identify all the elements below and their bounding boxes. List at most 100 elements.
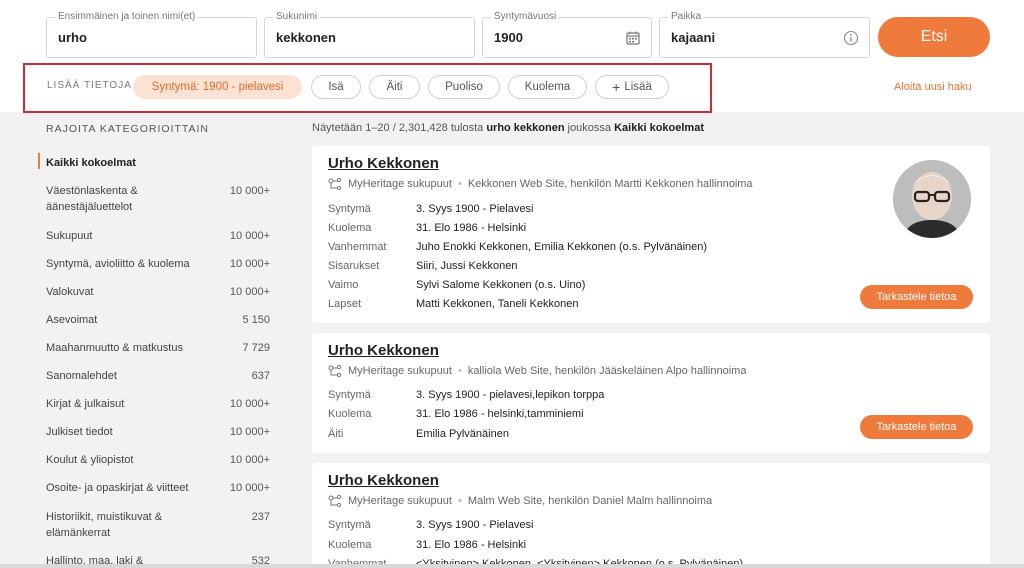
family-tree-icon — [328, 495, 342, 507]
chip-spouse[interactable]: Puoliso — [428, 75, 500, 99]
family-tree-icon — [328, 178, 342, 190]
chip-birth[interactable]: Syntymä: 1900 - pielavesi — [133, 75, 302, 99]
separator-dot: • — [457, 365, 462, 377]
category-count: 637 — [251, 370, 270, 382]
sidebar-category[interactable]: Historiikit, muistikuvat & elämänkerrat 2… — [46, 509, 270, 541]
first-name-value[interactable]: urho — [58, 30, 87, 45]
row-value: Juho Enokki Kekkonen, Emilia Kekkonen (o… — [416, 241, 708, 253]
last-name-field[interactable]: Sukunimi kekkonen — [264, 11, 475, 58]
summary-query: urho kekkonen — [486, 122, 565, 134]
row-value: 3. Syys 1900 - Pielavesi — [416, 519, 534, 531]
category-count: 10 000+ — [229, 230, 270, 242]
source-name[interactable]: MyHeritage sukupuut — [348, 178, 452, 190]
calendar-icon[interactable] — [625, 30, 641, 46]
row-key: Sisarukset — [328, 260, 380, 272]
row-value: Matti Kekkonen, Taneli Kekkonen — [416, 298, 579, 310]
source-site: kalliola Web Site, henkilön Jääskeläinen… — [467, 365, 747, 377]
result-card: Urho Kekkonen MyHeritage sukupuut • Malm… — [312, 463, 990, 568]
result-title[interactable]: Urho Kekkonen — [328, 472, 439, 489]
place-field[interactable]: Paikka kajaani — [659, 11, 870, 58]
result-source: MyHeritage sukupuut • kalliola Web Site,… — [328, 365, 746, 377]
search-button[interactable]: Etsi — [878, 17, 990, 57]
place-label: Paikka — [668, 11, 705, 23]
result-card: Urho Kekkonen MyHeritage sukupuut • kall… — [312, 333, 990, 453]
row-value: 3. Syys 1900 - Pielavesi — [416, 203, 534, 215]
chip-death[interactable]: Kuolema — [508, 75, 587, 99]
sidebar-category[interactable]: Julkiset tiedot 10 000+ — [46, 424, 270, 440]
category-count: 5 150 — [242, 314, 270, 326]
category-count: 10 000+ — [229, 482, 270, 494]
category-count: 10 000+ — [229, 426, 270, 438]
row-value: Sylvi Salome Kekkonen (o.s. Uino) — [416, 279, 586, 291]
category-name: Syntymä, avioliitto & kuolema — [46, 258, 190, 270]
category-name: Koulut & yliopistot — [46, 454, 134, 466]
active-category-indicator — [38, 153, 40, 169]
view-record-button[interactable]: Tarkastele tietoa — [860, 285, 973, 309]
row-value: 31. Elo 1986 - Helsinki — [416, 539, 527, 551]
source-name[interactable]: MyHeritage sukupuut — [348, 495, 452, 507]
sidebar-category[interactable]: Asevoimat 5 150 — [46, 312, 270, 328]
separator-dot: • — [457, 178, 462, 190]
category-count: 237 — [251, 511, 270, 523]
category-name: Osoite- ja opaskirjat & viitteet — [46, 482, 189, 494]
category-count: 10 000+ — [229, 286, 270, 298]
category-name: Asevoimat — [46, 314, 98, 326]
row-key: Syntymä — [328, 519, 371, 531]
sidebar-category[interactable]: Sukupuut 10 000+ — [46, 228, 270, 244]
sidebar-category[interactable]: Osoite- ja opaskirjat & viitteet 10 000+ — [46, 480, 270, 496]
row-key: Kuolema — [328, 408, 372, 420]
sidebar-category[interactable]: Sanomalehdet 637 — [46, 368, 270, 384]
source-site: Malm Web Site, henkilön Daniel Malm hall… — [467, 495, 713, 507]
info-icon[interactable] — [843, 30, 859, 46]
chip-add-more[interactable]: + Lisää — [595, 75, 669, 99]
category-name: Väestönlaskenta & äänestäjäluettelot — [46, 185, 138, 213]
page-bottom-edge — [0, 564, 1024, 568]
category-count: 10 000+ — [229, 185, 270, 197]
row-key: Kuolema — [328, 222, 372, 234]
separator-dot: • — [457, 495, 462, 507]
category-count: 10 000+ — [229, 398, 270, 410]
category-name: Kirjat & julkaisut — [46, 398, 125, 410]
sidebar-category[interactable]: Koulut & yliopistot 10 000+ — [46, 452, 270, 468]
summary-scope: Kaikki kokoelmat — [614, 122, 704, 134]
row-key: Kuolema — [328, 539, 372, 551]
sidebar-category[interactable]: Syntymä, avioliitto & kuolema 10 000+ — [46, 256, 270, 272]
result-title[interactable]: Urho Kekkonen — [328, 342, 439, 359]
avatar[interactable] — [893, 160, 971, 238]
chip-add-more-label: Lisää — [624, 81, 652, 93]
source-name[interactable]: MyHeritage sukupuut — [348, 365, 452, 377]
sidebar-category[interactable]: Valokuvat 10 000+ — [46, 284, 270, 300]
sidebar-category[interactable]: Maahanmuutto & matkustus 7 729 — [46, 340, 270, 356]
last-name-label: Sukunimi — [273, 11, 321, 23]
more-info-label: LISÄÄ TIETOJA — [47, 80, 132, 91]
new-search-link[interactable]: Aloita uusi haku — [894, 81, 972, 93]
category-name: Sanomalehdet — [46, 370, 117, 382]
chip-mother[interactable]: Äiti — [369, 75, 420, 99]
sidebar-category[interactable]: Kirjat & julkaisut 10 000+ — [46, 396, 270, 412]
chip-father[interactable]: Isä — [311, 75, 361, 99]
category-name: Valokuvat — [46, 286, 94, 298]
sidebar-category[interactable]: Väestönlaskenta & äänestäjäluettelot 10 0… — [46, 183, 270, 215]
sidebar-category[interactable]: Kaikki kokoelmat — [46, 155, 270, 171]
row-key: Vanhemmat — [328, 241, 387, 253]
result-title[interactable]: Urho Kekkonen — [328, 155, 439, 172]
category-count: 10 000+ — [229, 258, 270, 270]
family-tree-icon — [328, 365, 342, 377]
last-name-value[interactable]: kekkonen — [276, 30, 336, 45]
result-card: Urho Kekkonen MyHeritage sukupuut • Kekk… — [312, 146, 990, 323]
first-name-field[interactable]: Ensimmäinen ja toinen nimi(et) urho — [46, 11, 257, 58]
row-key: Vaimo — [328, 279, 359, 291]
birth-year-label: Syntymävuosi — [491, 11, 560, 23]
results-summary: Näytetään 1–20 / 2,301,428 tulosta urho … — [312, 122, 704, 134]
category-name: Sukupuut — [46, 230, 93, 242]
row-key: Lapset — [328, 298, 362, 310]
row-value: 3. Syys 1900 - pielavesi,lepikon torppa — [416, 389, 605, 401]
summary-mid: joukossa — [567, 122, 612, 134]
place-value[interactable]: kajaani — [671, 30, 715, 45]
plus-icon: + — [612, 79, 621, 95]
birth-year-value[interactable]: 1900 — [494, 30, 523, 45]
birth-year-field[interactable]: Syntymävuosi 1900 — [482, 11, 652, 58]
summary-prefix: Näytetään 1–20 / 2,301,428 tulosta — [312, 122, 484, 134]
view-record-button[interactable]: Tarkastele tietoa — [860, 415, 973, 439]
row-key: Syntymä — [328, 203, 371, 215]
